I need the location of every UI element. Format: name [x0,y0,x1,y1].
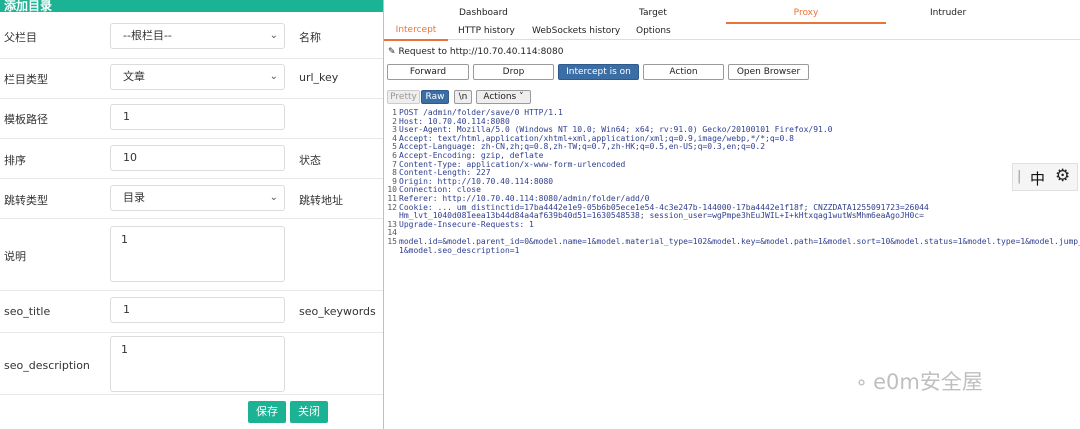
pencil-icon: ✎ [388,47,396,57]
row-parent-dir: 父栏目 --根栏目-- ⌄ 名称 [0,12,383,59]
jump-url-label: 跳转地址 [299,194,343,207]
jump-type-select[interactable]: 目录 ⌄ [110,185,285,211]
add-directory-form: 添加目录 父栏目 --根栏目-- ⌄ 名称 栏目类型 文章 ⌄ url_key … [0,0,383,429]
line-number: 15 [387,237,397,246]
line-number: 12 [387,202,397,212]
row-seo-description: seo_description 1 [0,332,383,395]
sort-input[interactable]: 10 [110,145,285,171]
template-path-value: 1 [123,110,130,123]
intercept-toggle-button[interactable]: Intercept is on [558,64,639,80]
template-path-label: 模板路径 [4,113,48,126]
actions-label: Actions [483,92,517,102]
description-label: 说明 [4,250,26,263]
tab-dashboard[interactable]: Dashboard [459,8,508,18]
form-header: 添加目录 [0,0,383,12]
row-seo-title: seo_title 1 seo_keywords [0,290,383,333]
actions-dropdown[interactable]: Actions ˅ [476,90,531,104]
name-label: 名称 [299,31,321,44]
jump-type-label: 跳转类型 [4,194,48,207]
col-type-label: 栏目类型 [4,73,48,86]
seo-keywords-label: seo_keywords [299,305,376,318]
row-template-path: 模板路径 1 [0,98,383,139]
request-line: Upgrade-Insecure-Requests: 1 [399,219,534,229]
parent-dir-value: --根栏目-- [123,29,172,42]
description-textarea[interactable]: 1 [110,226,285,282]
jump-type-value: 目录 [123,191,145,204]
row-description: 说明 1 [0,218,383,291]
burp-suite-panel: Dashboard Target Proxy Intruder Intercep… [383,0,1080,429]
row-col-type: 栏目类型 文章 ⌄ url_key [0,58,383,99]
tab-websockets-history[interactable]: WebSockets history [532,26,620,36]
row-sort: 排序 10 状态 [0,138,383,179]
action-button[interactable]: Action [643,64,724,80]
request-info: ✎ Request to http://10.70.40.114:8080 [388,47,564,57]
tab-options[interactable]: Options [636,26,671,36]
url-key-label: url_key [299,71,339,84]
tab-intercept[interactable]: Intercept [384,22,448,41]
watermark: ⚬ e0m安全屋 [854,366,983,396]
tab-target[interactable]: Target [639,8,667,18]
request-to-label: Request to http://10.70.40.114:8080 [398,47,564,57]
template-path-input[interactable]: 1 [110,104,285,130]
parent-dir-label: 父栏目 [4,31,37,44]
close-button[interactable]: 关闭 [290,401,328,423]
top-tabs: Dashboard Target Proxy Intruder [384,5,1080,24]
chevron-down-icon: ⌄ [269,71,278,82]
pretty-tab[interactable]: Pretty [387,90,420,104]
wechat-icon: ⚬ [854,373,870,394]
raw-tab[interactable]: Raw [421,90,449,104]
description-value: 1 [121,233,128,246]
tab-http-history[interactable]: HTTP history [458,26,515,36]
ime-mode[interactable]: 中 [1030,168,1045,189]
proxy-sub-tabs: Intercept HTTP history WebSockets histor… [384,22,1080,41]
seo-description-textarea[interactable]: 1 [110,336,285,392]
gear-icon[interactable]: ⚙ [1055,166,1070,186]
status-label: 状态 [299,154,321,167]
seo-title-value: 1 [123,303,130,316]
col-type-value: 文章 [123,70,145,83]
watermark-text: e0m安全屋 [873,370,983,394]
chevron-down-icon: ⌄ [269,192,278,203]
tab-intruder[interactable]: Intruder [930,8,966,18]
sort-value: 10 [123,151,137,164]
newline-toggle[interactable]: \n [454,90,472,104]
seo-description-label: seo_description [4,359,90,372]
seo-title-input[interactable]: 1 [110,297,285,323]
sort-label: 排序 [4,154,26,167]
drag-handle-icon[interactable]: | [1017,169,1021,184]
seo-description-value: 1 [121,343,128,356]
forward-button[interactable]: Forward [387,64,469,80]
open-browser-button[interactable]: Open Browser [728,64,809,80]
seo-title-label: seo_title [4,305,51,318]
chevron-down-icon: ˅ [519,92,524,102]
parent-dir-select[interactable]: --根栏目-- ⌄ [110,23,285,49]
row-jump-type: 跳转类型 目录 ⌄ 跳转地址 [0,178,383,219]
ime-toolbar: | 中 ⚙ [1012,163,1078,191]
chevron-down-icon: ⌄ [269,30,278,41]
save-button[interactable]: 保存 [248,401,286,423]
request-line: 1&model.seo_description=1 [399,245,520,255]
col-type-select[interactable]: 文章 ⌄ [110,64,285,90]
drop-button[interactable]: Drop [473,64,554,80]
